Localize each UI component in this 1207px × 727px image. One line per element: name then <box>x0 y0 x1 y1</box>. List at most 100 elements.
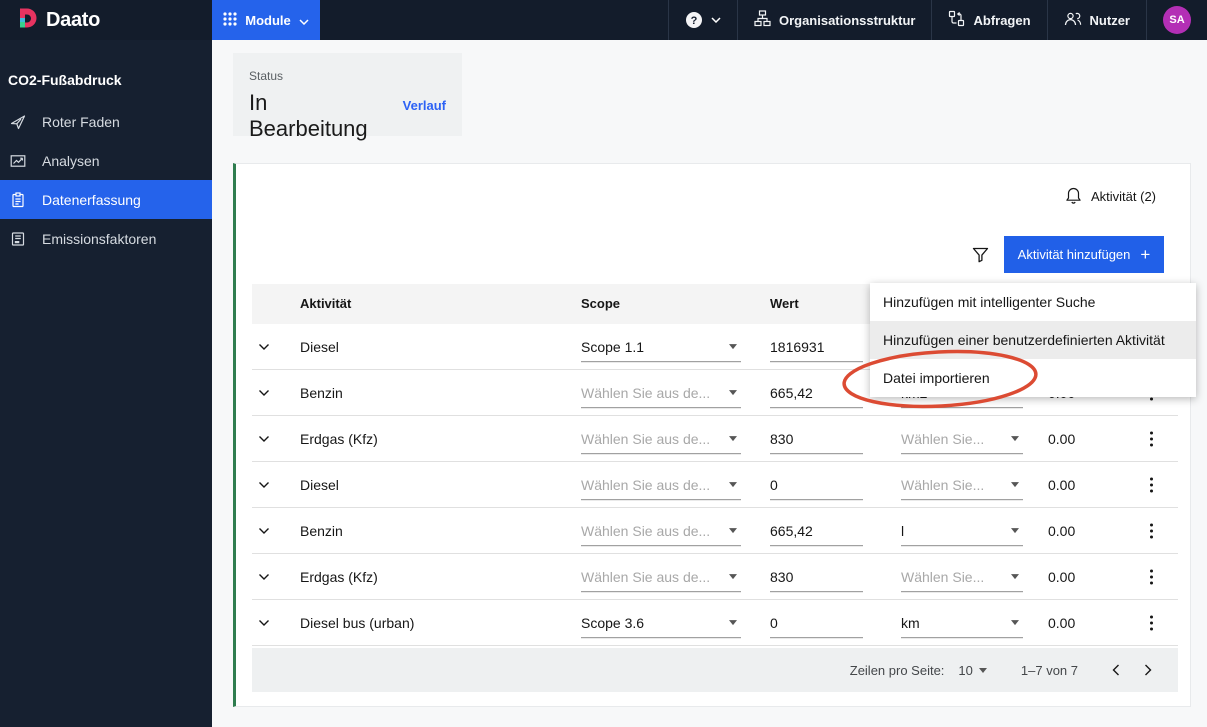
caret-down-icon <box>1011 436 1019 442</box>
value-text: 0 <box>770 614 778 631</box>
row-expander-chevron[interactable] <box>258 435 270 443</box>
nav-nutzer[interactable]: Nutzer <box>1046 0 1146 40</box>
sidebar-item-label: Roter Faden <box>42 113 120 130</box>
page-range: 1–7 von 7 <box>1020 662 1078 678</box>
unit-dropdown[interactable]: Wählen Sie... <box>901 431 1023 454</box>
row-expander-chevron[interactable] <box>258 619 270 627</box>
next-page-button[interactable] <box>1132 660 1164 680</box>
account-menu[interactable]: SA <box>1146 0 1207 40</box>
scope-dropdown[interactable]: Scope 1.1 <box>581 339 741 362</box>
table-row: Diesel bus (urban) Scope 3.6 0 km 0.00 <box>252 600 1178 646</box>
column-header-scope: Scope <box>581 296 621 311</box>
caret-down-icon <box>729 620 737 626</box>
unit-value: l <box>901 522 905 539</box>
row-overflow-menu[interactable] <box>1146 427 1157 450</box>
scope-placeholder: Wählen Sie aus de... <box>581 476 711 493</box>
row-overflow-menu[interactable] <box>1146 519 1157 542</box>
verlauf-link[interactable]: Verlauf <box>403 98 446 113</box>
row-expander-chevron[interactable] <box>258 527 270 535</box>
daato-logo-icon <box>16 7 38 34</box>
add-activity-button[interactable]: Aktivität hinzufügen + <box>1004 236 1164 273</box>
row-expander-chevron[interactable] <box>258 573 270 581</box>
filter-button[interactable] <box>971 246 990 264</box>
value-input[interactable]: 1816931 <box>770 339 863 362</box>
scope-value: Scope 3.6 <box>581 614 645 631</box>
value-input[interactable]: 830 <box>770 569 863 592</box>
help-icon: ? <box>685 12 702 28</box>
sidebar: CO2-Fußabdruck Roter Faden Analysen Date… <box>0 40 212 727</box>
row-overflow-menu[interactable] <box>1146 611 1157 634</box>
scope-placeholder: Wählen Sie aus de... <box>581 568 711 585</box>
rocket-icon <box>10 114 26 130</box>
scope-dropdown[interactable]: Wählen Sie aus de... <box>581 569 741 592</box>
value-text: 830 <box>770 568 794 585</box>
sidebar-item-label: Emissionsfaktoren <box>42 230 157 247</box>
unit-dropdown[interactable]: km <box>901 615 1023 638</box>
caret-down-icon <box>1011 482 1019 488</box>
nav-label: Nutzer <box>1089 12 1130 28</box>
status-value: In Bearbeitung <box>249 90 368 141</box>
emission-value: 0.00 <box>1048 568 1076 585</box>
unit-placeholder: Wählen Sie... <box>901 430 985 447</box>
row-expander-chevron[interactable] <box>258 343 270 351</box>
status-card: Status In Bearbeitung Verlauf <box>233 53 462 141</box>
sidebar-item-emissionsfaktoren[interactable]: Emissionsfaktoren <box>0 219 212 258</box>
filter-funnel-icon <box>972 247 989 262</box>
activity-notifications[interactable]: Aktivität (2) <box>1065 186 1156 207</box>
activity-name: Diesel bus (urban) <box>300 614 415 631</box>
sidebar-item-datenerfassung[interactable]: Datenerfassung <box>0 180 212 219</box>
caret-down-icon <box>729 482 737 488</box>
table-row: Erdgas (Kfz) Wählen Sie aus de... 830 Wä… <box>252 416 1178 462</box>
row-overflow-menu[interactable] <box>1146 565 1157 588</box>
previous-page-button[interactable] <box>1100 660 1132 680</box>
daato-logo[interactable]: Daato <box>16 0 100 40</box>
row-expander-chevron[interactable] <box>258 481 270 489</box>
sidebar-item-roter-faden[interactable]: Roter Faden <box>0 102 212 141</box>
caret-down-icon <box>978 667 987 673</box>
activity-name: Erdgas (Kfz) <box>300 430 378 447</box>
value-input[interactable]: 830 <box>770 431 863 454</box>
sidebar-item-analysen[interactable]: Analysen <box>0 141 212 180</box>
users-icon <box>1064 10 1082 30</box>
scope-placeholder: Wählen Sie aus de... <box>581 384 711 401</box>
value-input[interactable]: 665,42 <box>770 523 863 546</box>
sidebar-item-label: Datenerfassung <box>42 191 141 208</box>
unit-dropdown[interactable]: Wählen Sie... <box>901 477 1023 500</box>
emission-value: 0.00 <box>1048 522 1076 539</box>
sidebar-item-label: Analysen <box>42 152 100 169</box>
emission-value: 0.00 <box>1048 476 1076 493</box>
scope-dropdown[interactable]: Wählen Sie aus de... <box>581 431 741 454</box>
scope-dropdown[interactable]: Wählen Sie aus de... <box>581 523 741 546</box>
nav-abfragen[interactable]: Abfragen <box>931 0 1046 40</box>
value-input[interactable]: 0 <box>770 615 863 638</box>
menu-item-intelligente-suche[interactable]: Hinzufügen mit intelligenter Suche <box>870 283 1196 321</box>
row-expander-chevron[interactable] <box>258 389 270 397</box>
scope-dropdown[interactable]: Wählen Sie aus de... <box>581 477 741 500</box>
nav-label: Organisationsstruktur <box>778 12 916 28</box>
caret-down-icon <box>1011 574 1019 580</box>
value-input[interactable]: 665,42 <box>770 385 863 408</box>
value-text: 830 <box>770 430 794 447</box>
value-input[interactable]: 0 <box>770 477 863 500</box>
help-menu-button[interactable]: ? <box>667 0 737 40</box>
emission-value: 0.00 <box>1048 430 1076 447</box>
sidebar-section-title: CO2-Fußabdruck <box>8 72 122 88</box>
scope-value: Scope 1.1 <box>581 338 645 355</box>
row-overflow-menu[interactable] <box>1146 473 1157 496</box>
menu-item-datei-importieren[interactable]: Datei importieren <box>870 359 1196 397</box>
module-menu-button[interactable]: Module <box>212 0 320 40</box>
rows-per-page-select[interactable]: 10 <box>958 663 987 678</box>
caret-down-icon <box>729 344 737 350</box>
activity-name: Benzin <box>300 384 343 401</box>
unit-dropdown[interactable]: l <box>901 523 1023 546</box>
avatar[interactable]: SA <box>1163 6 1191 34</box>
caret-down-icon <box>729 436 737 442</box>
pagination-bar: Zeilen pro Seite: 10 1–7 von 7 <box>252 648 1178 692</box>
scope-dropdown[interactable]: Scope 3.6 <box>581 615 741 638</box>
activity-name: Benzin <box>300 522 343 539</box>
menu-item-benutzerdefinierte-aktivitaet[interactable]: Hinzufügen einer benutzerdefinierten Akt… <box>870 321 1196 359</box>
unit-dropdown[interactable]: Wählen Sie... <box>901 569 1023 592</box>
unit-placeholder: Wählen Sie... <box>901 476 985 493</box>
nav-organisationsstruktur[interactable]: Organisationsstruktur <box>736 0 932 40</box>
scope-dropdown[interactable]: Wählen Sie aus de... <box>581 385 741 408</box>
